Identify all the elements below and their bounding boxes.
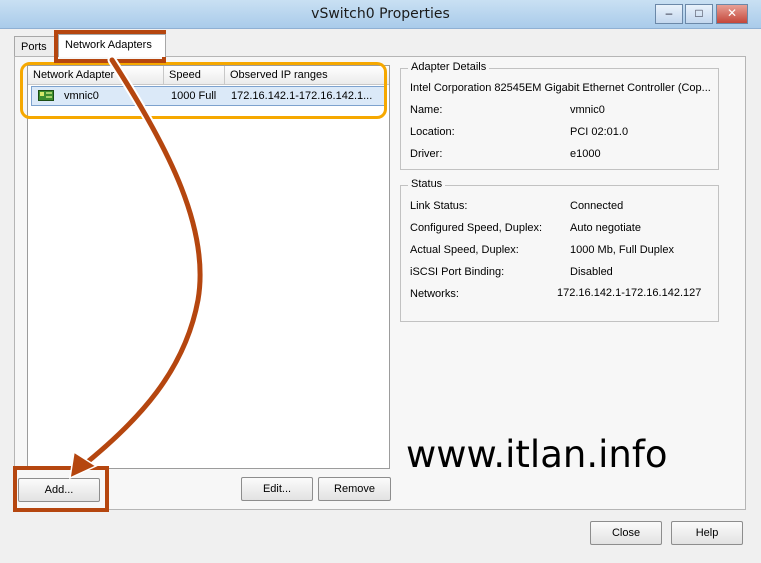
close-button[interactable]: Close <box>590 521 662 545</box>
location-value: PCI 02:01.0 <box>570 126 629 138</box>
watermark: www.itlan.info <box>406 433 668 476</box>
link-status-label: Link Status: <box>410 200 468 212</box>
add-button-highlight <box>13 466 109 512</box>
driver-value: e1000 <box>570 148 601 160</box>
name-label: Name: <box>410 104 443 116</box>
networks-value: 172.16.142.1-172.16.142.127 <box>557 287 702 299</box>
name-value: vmnic0 <box>570 104 605 116</box>
configured-speed-label: Configured Speed, Duplex: <box>410 222 543 234</box>
tab-network-adapters[interactable]: Network Adapters <box>58 34 166 57</box>
actual-speed-value: 1000 Mb, Full Duplex <box>570 244 674 256</box>
adapter-description: Intel Corporation 82545EM Gigabit Ethern… <box>410 82 711 94</box>
actual-speed-label: Actual Speed, Duplex: <box>410 244 519 256</box>
title-bar[interactable]: vSwitch0 Properties – □ ✕ <box>0 0 761 29</box>
maximize-button[interactable]: □ <box>685 4 713 24</box>
adapter-list-highlight <box>20 62 387 119</box>
link-status-value: Connected <box>570 200 624 212</box>
adapter-list[interactable]: Network Adapter Speed Observed IP ranges… <box>27 65 390 469</box>
edit-button[interactable]: Edit... <box>241 477 313 501</box>
iscsi-binding-label: iSCSI Port Binding: <box>410 266 505 278</box>
minimize-button[interactable]: – <box>655 4 683 24</box>
driver-label: Driver: <box>410 148 443 160</box>
remove-button[interactable]: Remove <box>318 477 391 501</box>
iscsi-binding-value: Disabled <box>570 266 613 278</box>
networks-label: Networks: <box>410 288 459 300</box>
location-label: Location: <box>410 126 455 138</box>
help-button[interactable]: Help <box>671 521 743 545</box>
window-title: vSwitch0 Properties <box>311 6 450 22</box>
configured-speed-value: Auto negotiate <box>570 222 641 234</box>
adapter-details-label: Adapter Details <box>408 61 490 73</box>
close-window-button[interactable]: ✕ <box>716 4 748 24</box>
status-label: Status <box>408 178 446 190</box>
